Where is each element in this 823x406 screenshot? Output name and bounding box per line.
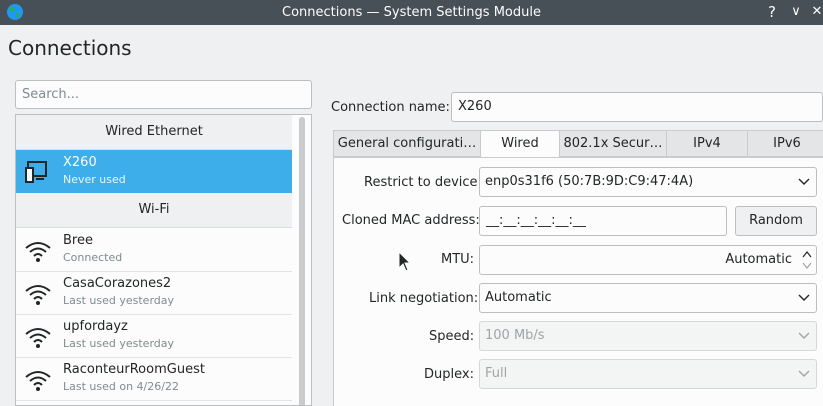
chevron-down-icon (798, 332, 810, 339)
link-negotiation-label: Link negotiation: (369, 291, 479, 306)
link-negotiation-value: Automatic (485, 290, 552, 305)
wifi-icon (25, 328, 51, 348)
wifi-icon (25, 371, 51, 391)
spin-arrows-icon[interactable] (801, 249, 813, 271)
window-title: Connections — System Settings Module (282, 5, 541, 20)
chevron-down-icon (798, 178, 810, 185)
tab-bar: General configurati… Wired 802.1x Secur…… (333, 130, 823, 158)
connection-status: Last used yesterday (63, 337, 175, 350)
connection-name: upfordayz (63, 319, 128, 334)
title-bar: Connections — System Settings Module ? ∨… (0, 0, 823, 25)
list-item-upfordayz[interactable]: upfordayz Last used yesterday (16, 314, 292, 358)
tab-ipv6[interactable]: IPv6 (747, 130, 823, 157)
speed-value: 100 Mb/s (485, 328, 545, 343)
help-button[interactable]: ? (763, 3, 781, 21)
connection-status: Never used (63, 173, 126, 186)
list-item-bree[interactable]: Bree Connected (16, 228, 292, 272)
connection-name-field[interactable]: X260 (451, 92, 823, 122)
connection-name-value: X260 (458, 99, 492, 114)
mtu-spinbox[interactable]: Automatic (479, 245, 817, 275)
duplex-label: Duplex: (424, 367, 474, 382)
duplex-value: Full (485, 366, 508, 381)
section-header-wifi: Wi-Fi (16, 193, 292, 228)
connection-status: Last used on 4/26/22 (63, 380, 179, 393)
chevron-down-icon (798, 294, 810, 301)
connection-name: CasaCorazones2 (63, 276, 172, 291)
tab-general-configuration[interactable]: General configurati… (333, 130, 481, 157)
list-scrollbar[interactable] (299, 117, 305, 405)
chevron-down-icon (798, 370, 810, 377)
cloned-mac-field[interactable]: __:__:__:__:__:__ (479, 206, 727, 236)
list-item-x260[interactable]: X260 Never used (16, 150, 292, 193)
tab-wired[interactable]: Wired (480, 130, 560, 158)
connection-status: Last used yesterday (63, 294, 175, 307)
connection-status: Connected (63, 251, 123, 264)
section-header-wired: Wired Ethernet (16, 115, 292, 150)
wifi-icon (25, 242, 51, 262)
search-input[interactable] (16, 81, 308, 108)
restrict-device-label: Restrict to device: (364, 175, 482, 190)
connection-name-label: Connection name: (331, 100, 450, 115)
link-negotiation-combo[interactable]: Automatic (479, 283, 817, 313)
mtu-value: Automatic (725, 252, 792, 267)
restrict-device-value: enp0s31f6 (50:7B:9D:C9:47:4A) (485, 174, 694, 189)
connection-list: Wired Ethernet X260 Never used Wi-Fi Bre… (15, 114, 312, 406)
computer-icon (25, 161, 47, 183)
list-item-casacorazones2[interactable]: CasaCorazones2 Last used yesterday (16, 271, 292, 315)
close-button[interactable]: ✕ (808, 3, 823, 21)
mouse-cursor-icon (398, 251, 412, 272)
duplex-combo[interactable]: Full (479, 359, 817, 389)
restrict-device-combo[interactable]: enp0s31f6 (50:7B:9D:C9:47:4A) (479, 167, 817, 197)
page-title: Connections (8, 36, 132, 60)
minimize-button[interactable]: ∨ (787, 3, 805, 21)
speed-combo[interactable]: 100 Mb/s (479, 321, 817, 351)
connection-name: Bree (63, 233, 93, 248)
wifi-icon (25, 285, 51, 305)
connection-name: X260 (63, 155, 97, 170)
tab-ipv4[interactable]: IPv4 (666, 130, 748, 157)
random-button[interactable]: Random (735, 206, 817, 236)
tab-8021x-security[interactable]: 802.1x Secur… (559, 130, 667, 157)
connection-name: RaconteurRoomGuest (63, 362, 205, 377)
cloned-mac-value: __:__:__:__:__:__ (486, 213, 586, 228)
search-box (15, 80, 312, 109)
cloned-mac-label: Cloned MAC address: (342, 213, 480, 228)
speed-label: Speed: (429, 329, 475, 344)
mtu-label: MTU: (441, 252, 475, 267)
list-item-raconteurroomguest[interactable]: RaconteurRoomGuest Last used on 4/26/22 (16, 357, 292, 401)
